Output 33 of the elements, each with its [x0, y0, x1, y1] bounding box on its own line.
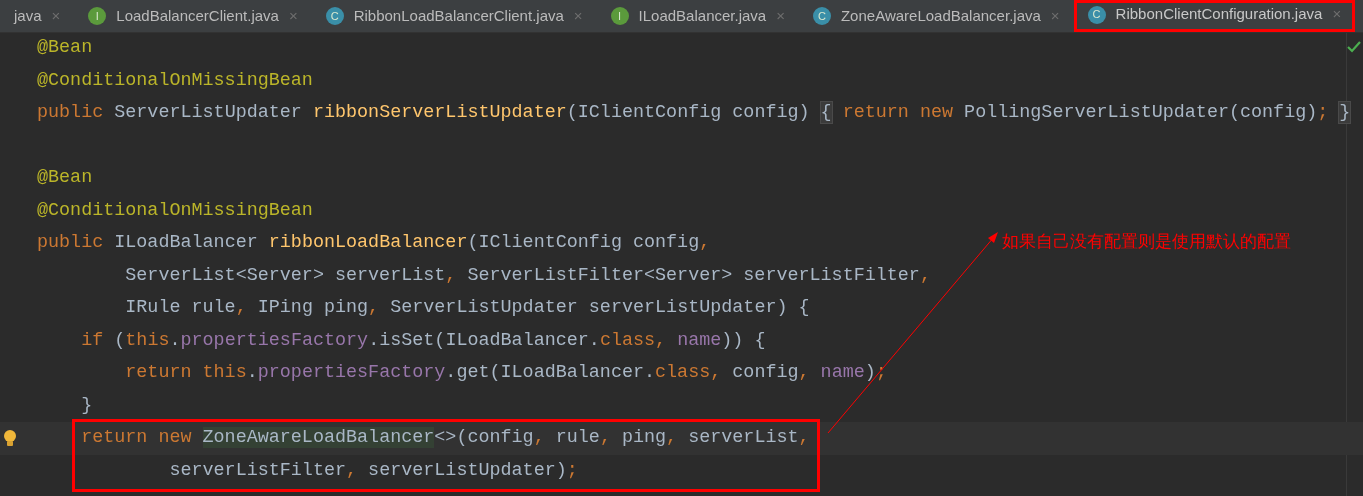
check-icon — [1347, 41, 1361, 53]
tab-label: RibbonLoadBalancerClient.java — [353, 5, 564, 26]
code-line: @ConditionalOnMissingBean — [37, 68, 313, 93]
tab-label: ZoneAwareLoadBalancer.java — [840, 5, 1041, 26]
code-line: ServerList<Server> serverList, ServerListFilter<Server> serverListFilter, — [124, 263, 931, 288]
code-line: @ConditionalOnMissingBean — [37, 198, 313, 223]
lightbulb-icon[interactable] — [3, 430, 17, 447]
code-line: IRule rule, IPing ping, ServerListUpdater serverListUpdater) { — [124, 296, 810, 321]
code-line: @Bean — [37, 36, 93, 61]
file-type-icon: C — [812, 7, 831, 25]
file-type-icon: I — [88, 7, 107, 25]
annotation-text: 如果自己没有配置则是使用默认的配置 — [1002, 230, 1291, 253]
tab-label: java — [14, 5, 42, 26]
code-line: } — [80, 393, 93, 418]
code-line: public ServerListUpdater ribbonServerListUpdater(IClientConfig config) { return new PollingServerListUpdater(config); } — [37, 101, 1351, 126]
code-line: return new ZoneAwareLoadBalancer<>(config, rule, ping, serverList, — [80, 426, 810, 451]
code-line: public ILoadBalancer ribbonLoadBalancer(IClientConfig config, — [37, 231, 711, 256]
tab-label: LoadBalancerClient.java — [116, 5, 279, 26]
editor-tab[interactable]: C RibbonClientConfiguration.java × — [1073, 0, 1356, 32]
editor-tab[interactable]: java × — [0, 0, 75, 32]
code-line: if (this.propertiesFactory.isSet(ILoadBalancer.class, name)) { — [80, 328, 766, 353]
file-type-icon: C — [325, 7, 344, 25]
tab-label: RibbonClientConfiguration.java — [1115, 4, 1323, 25]
file-type-icon: I — [610, 7, 629, 25]
editor-tab[interactable]: C ZoneAwareLoadBalancer.java × — [798, 0, 1074, 32]
tab-label: ILoadBalancer.java — [638, 5, 767, 26]
code-line: @Bean — [37, 166, 93, 191]
code-line: return this.propertiesFactory.get(ILoadBalancer.class, config, name); — [124, 361, 887, 386]
code-line: serverListFilter, serverListUpdater); — [168, 458, 578, 483]
editor-tab[interactable]: I ILoadBalancer.java × — [596, 0, 799, 32]
editor-tab[interactable]: C RibbonLoadBalancerClient.java × — [311, 0, 597, 32]
editor-tab[interactable]: I LoadBalancerClient.java × — [74, 0, 312, 32]
file-type-icon: C — [1087, 5, 1106, 24]
